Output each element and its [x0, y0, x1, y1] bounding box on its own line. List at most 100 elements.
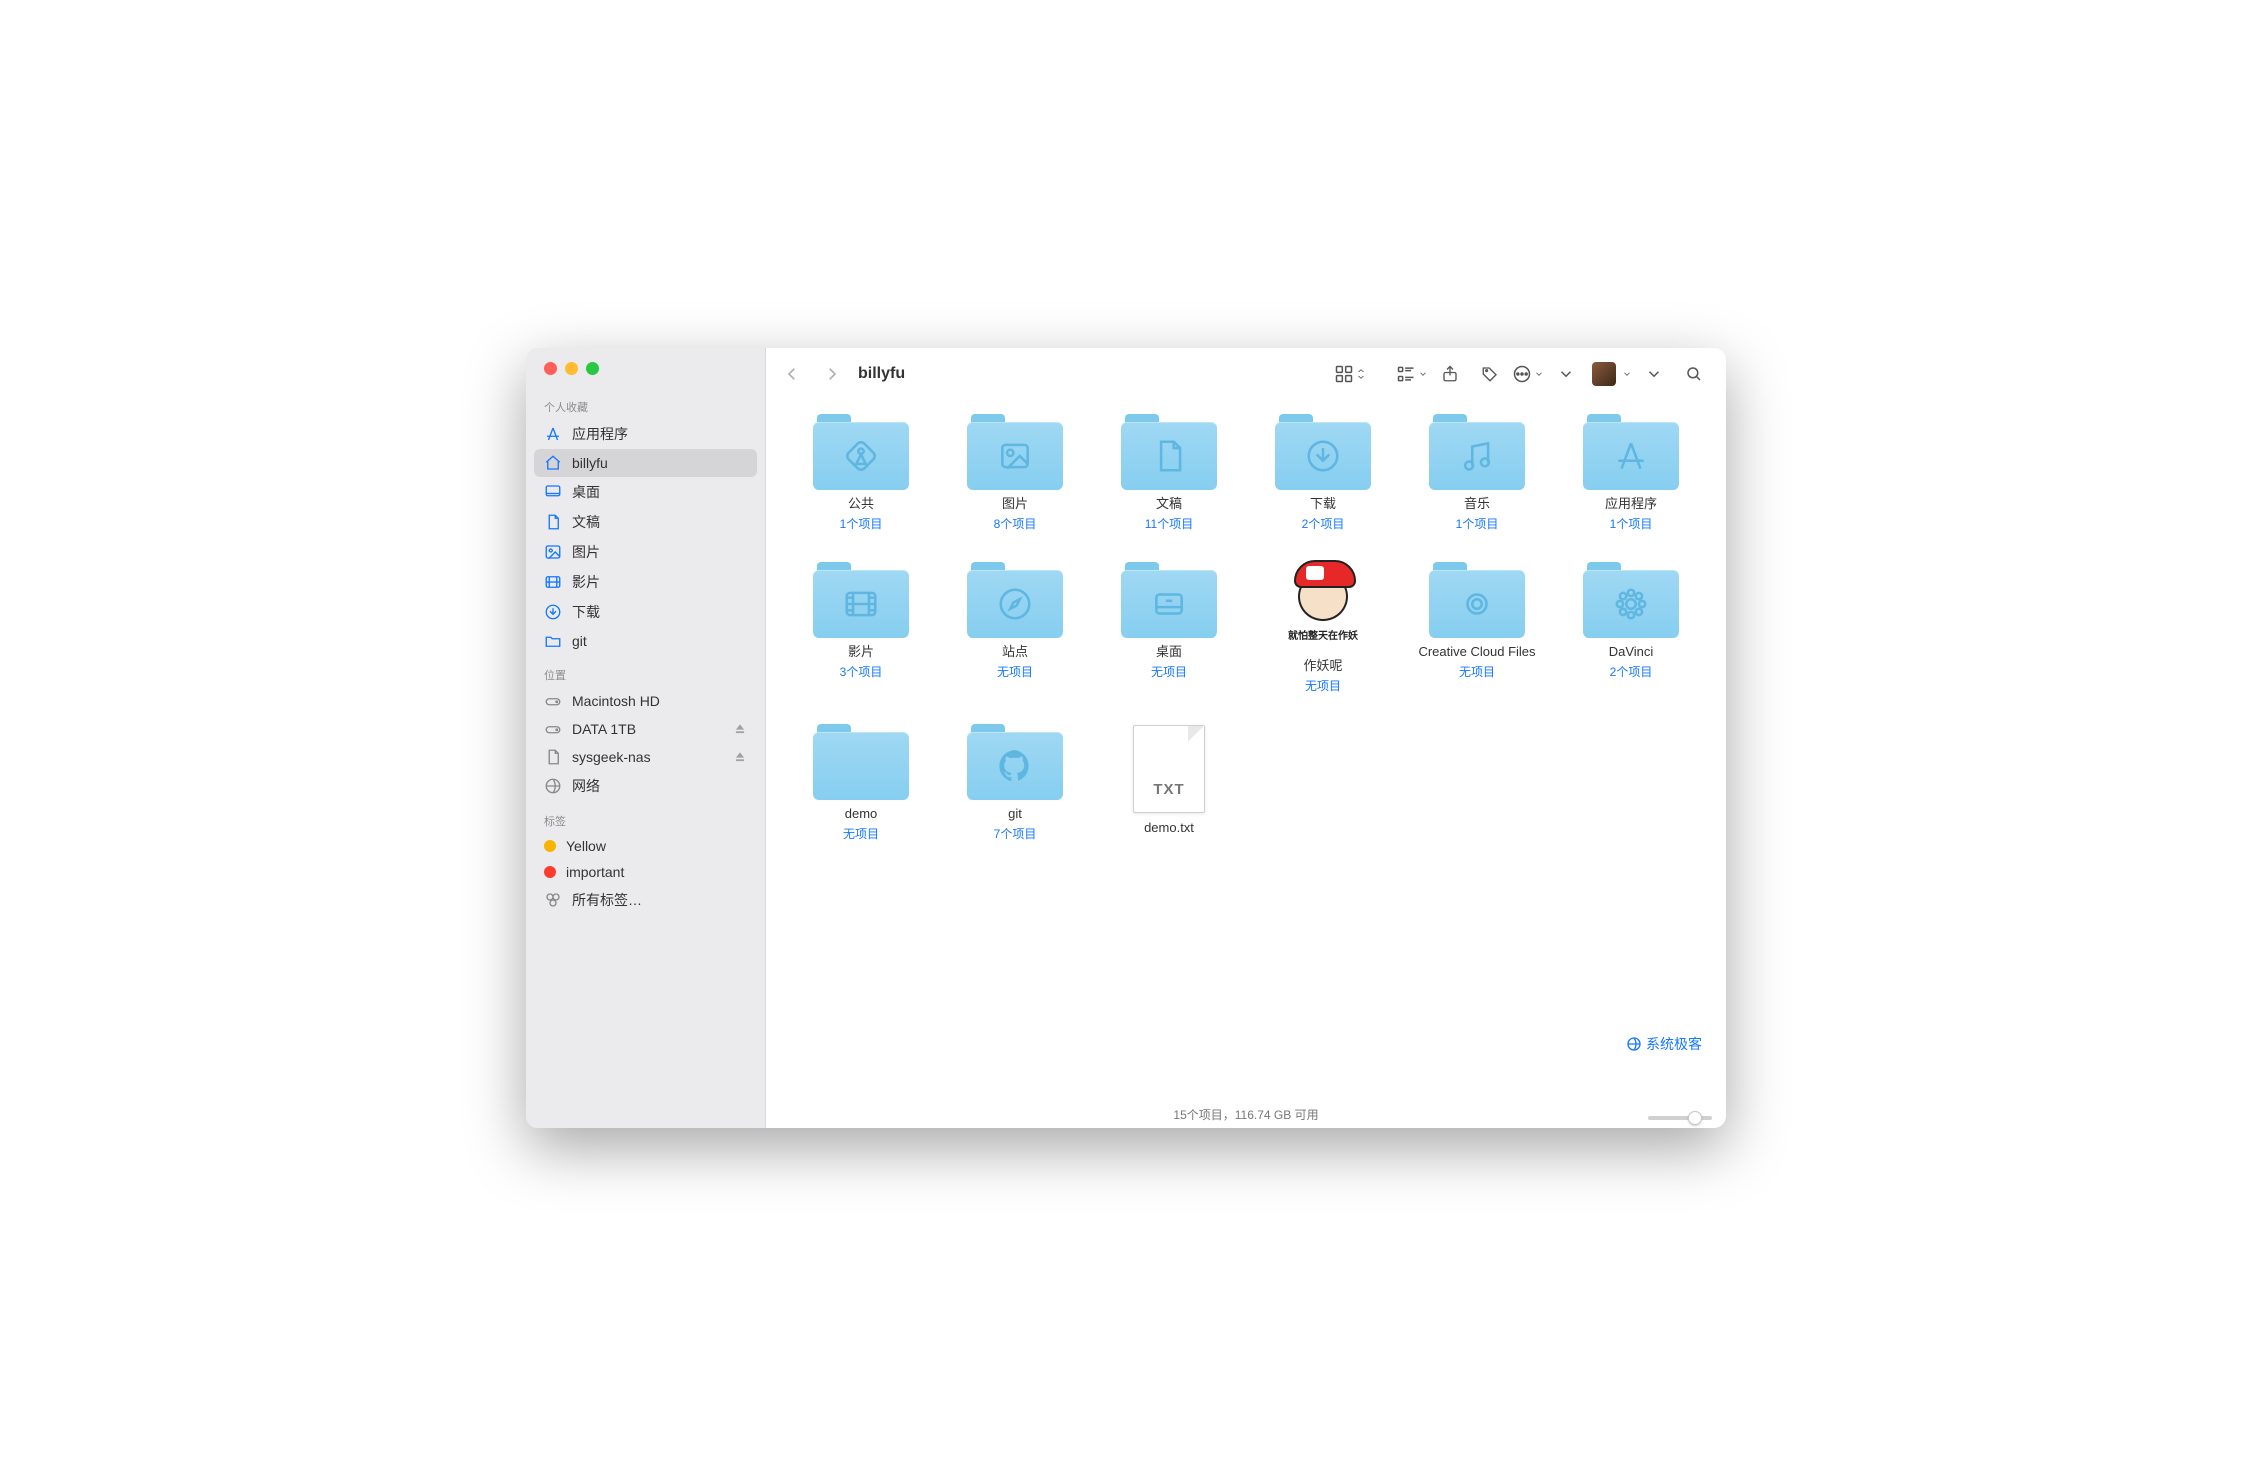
file-item[interactable]: 影片3个项目 — [794, 562, 928, 694]
watermark: 系统极客 — [1626, 1034, 1702, 1054]
file-item[interactable]: 图片8个项目 — [948, 414, 1082, 532]
nav-forward-button[interactable] — [814, 359, 850, 389]
file-item[interactable]: DaVinci2个项目 — [1564, 562, 1698, 694]
folder-icon — [1583, 562, 1679, 638]
search-button[interactable] — [1676, 359, 1712, 389]
file-name: demo — [845, 806, 878, 823]
share-button[interactable] — [1432, 359, 1468, 389]
folder-icon — [544, 632, 562, 650]
file-item[interactable]: demo 无项目 — [794, 724, 928, 842]
folder-icon — [967, 724, 1063, 800]
sidebar-item-apps[interactable]: 应用程序 — [526, 419, 765, 449]
sidebar-item-docs[interactable]: 文稿 — [526, 507, 765, 537]
sidebar-item-label: 图片 — [572, 542, 600, 562]
view-mode-button[interactable] — [1334, 364, 1366, 384]
nav-back-button[interactable] — [774, 359, 810, 389]
file-item[interactable]: 公共 1个项目 — [794, 414, 928, 532]
file-item[interactable]: 音乐1个项目 — [1410, 414, 1544, 532]
file-meta: 1个项目 — [840, 515, 883, 532]
file-item[interactable]: 就怕整天在作妖 作妖呢无项目 — [1256, 562, 1390, 694]
sidebar-item-nas[interactable]: sysgeek-nas — [526, 743, 765, 771]
sidebar-item-pics[interactable]: 图片 — [526, 537, 765, 567]
sidebar-tag-important[interactable]: important — [526, 859, 765, 885]
file-name: 文稿 — [1156, 496, 1182, 513]
file-item[interactable]: 下载2个项目 — [1256, 414, 1390, 532]
dropdown-2[interactable] — [1636, 359, 1672, 389]
file-name: DaVinci — [1609, 644, 1654, 661]
file-meta: 无项目 — [843, 825, 879, 842]
folder-icon — [813, 724, 909, 800]
file-meta: 11个项目 — [1145, 515, 1193, 532]
sidebar-tag-yellow[interactable]: Yellow — [526, 833, 765, 859]
action-menu-button[interactable] — [1512, 364, 1544, 384]
file-item[interactable]: 桌面无项目 — [1102, 562, 1236, 694]
tag-color-dot — [544, 840, 556, 852]
eject-icon[interactable] — [733, 722, 747, 736]
folder-icon — [1583, 414, 1679, 490]
file-item[interactable]: 站点无项目 — [948, 562, 1082, 694]
window-title: billyfu — [858, 365, 905, 383]
eject-icon[interactable] — [733, 750, 747, 764]
folder-icon — [813, 562, 909, 638]
zoom-slider[interactable] — [1648, 1116, 1712, 1120]
sidebar-item-net[interactable]: 网络 — [526, 771, 765, 801]
sidebar-item-mac[interactable]: Macintosh HD — [526, 687, 765, 715]
close-button[interactable] — [544, 362, 557, 375]
sidebar-tag-all[interactable]: 所有标签… — [526, 885, 765, 915]
sidebar-tags-list: Yellow important 所有标签… — [526, 833, 765, 915]
sidebar-item-label: Macintosh HD — [572, 693, 660, 709]
file-meta: 无项目 — [997, 663, 1033, 680]
dropdown-1[interactable] — [1548, 359, 1584, 389]
desktop-icon — [544, 483, 562, 501]
movie-icon — [544, 573, 562, 591]
doc-icon — [544, 748, 562, 766]
file-item[interactable]: TXT demo.txt — [1102, 724, 1236, 842]
sidebar-item-label: billyfu — [572, 455, 608, 471]
main-area: billyfu — [766, 348, 1726, 1128]
file-name: 桌面 — [1156, 644, 1182, 661]
sidebar-item-label: 所有标签… — [572, 890, 642, 910]
file-item[interactable]: 应用程序 1个项目 — [1564, 414, 1698, 532]
account-menu[interactable] — [1588, 362, 1632, 386]
all-tags-icon — [544, 891, 562, 909]
file-meta: 7个项目 — [994, 825, 1037, 842]
status-text: 15个项目，116.74 GB 可用 — [1173, 1106, 1318, 1123]
sidebar-item-git[interactable]: git — [526, 627, 765, 655]
file-meta: 1个项目 — [1610, 515, 1653, 532]
file-item[interactable]: git7个项目 — [948, 724, 1082, 842]
sidebar-heading-favorites: 个人收藏 — [526, 387, 765, 419]
tag-color-dot — [544, 866, 556, 878]
sidebar-item-download[interactable]: 下载 — [526, 597, 765, 627]
file-meta: 8个项目 — [994, 515, 1037, 532]
file-item[interactable]: Creative Cloud Files无项目 — [1410, 562, 1544, 694]
zoom-button[interactable] — [586, 362, 599, 375]
sidebar-item-label: 网络 — [572, 776, 600, 796]
finder-window: 个人收藏 应用程序 billyfu 桌面 文稿 图片 影片 下载 git 位置 … — [526, 348, 1726, 1128]
app-store-icon — [544, 425, 562, 443]
file-grid-area[interactable]: 公共 1个项目 图片8个项目 文稿 11个项目 下载2个项目 音乐1个项目 应用程序… — [766, 400, 1726, 1100]
sidebar-item-label: sysgeek-nas — [572, 749, 651, 765]
status-bar: 15个项目，116.74 GB 可用 — [766, 1100, 1726, 1128]
group-by-button[interactable] — [1396, 364, 1428, 384]
sidebar-item-movies[interactable]: 影片 — [526, 567, 765, 597]
file-name: 应用程序 — [1605, 496, 1657, 513]
folder-icon — [967, 414, 1063, 490]
sidebar-favorites-list: 应用程序 billyfu 桌面 文稿 图片 影片 下载 git — [526, 419, 765, 655]
minimize-button[interactable] — [565, 362, 578, 375]
sidebar: 个人收藏 应用程序 billyfu 桌面 文稿 图片 影片 下载 git 位置 … — [526, 348, 766, 1128]
zoom-thumb[interactable] — [1688, 1111, 1702, 1125]
sidebar-heading-tags: 标签 — [526, 801, 765, 833]
sidebar-item-label: git — [572, 633, 587, 649]
download-icon — [544, 603, 562, 621]
sidebar-item-data[interactable]: DATA 1TB — [526, 715, 765, 743]
text-file-icon: TXT — [1121, 724, 1217, 814]
globe-icon — [544, 777, 562, 795]
file-name: 公共 — [848, 496, 874, 513]
tags-button[interactable] — [1472, 359, 1508, 389]
file-item[interactable]: 文稿 11个项目 — [1102, 414, 1236, 532]
sidebar-item-billyfu[interactable]: billyfu — [534, 449, 757, 477]
user-avatar — [1592, 362, 1616, 386]
watermark-text: 系统极客 — [1646, 1034, 1702, 1054]
sidebar-item-desktop[interactable]: 桌面 — [526, 477, 765, 507]
folder-icon — [1121, 562, 1217, 638]
